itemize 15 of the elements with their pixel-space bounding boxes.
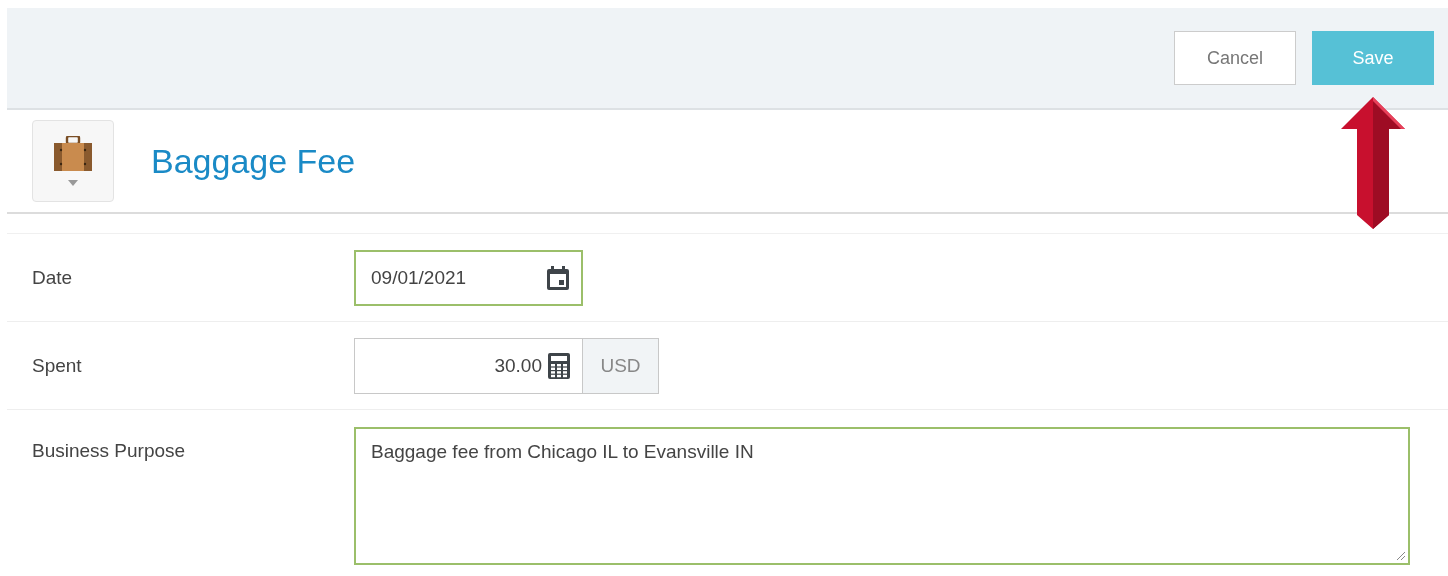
caret-icon: [68, 180, 78, 186]
date-field[interactable]: 09/01/2021: [354, 249, 583, 306]
field-label: Spent: [31, 354, 83, 377]
calendar-icon[interactable]: [547, 265, 569, 290]
field-label: Date: [31, 266, 74, 289]
expense-title: Baggage Fee: [151, 141, 356, 181]
cancel-button[interactable]: Cancel: [1174, 31, 1296, 85]
amount-field[interactable]: 30.00: [354, 337, 583, 394]
field-label: Business Purpose: [31, 439, 187, 462]
suitcase-icon: [53, 136, 93, 172]
category-picker[interactable]: [32, 120, 114, 202]
resize-grip-icon[interactable]: [1396, 551, 1406, 561]
calculator-icon[interactable]: [548, 352, 570, 379]
purpose-field[interactable]: Baggage fee from Chicago IL to Evansville IN: [354, 427, 1410, 565]
currency-addon: USD: [583, 337, 659, 394]
